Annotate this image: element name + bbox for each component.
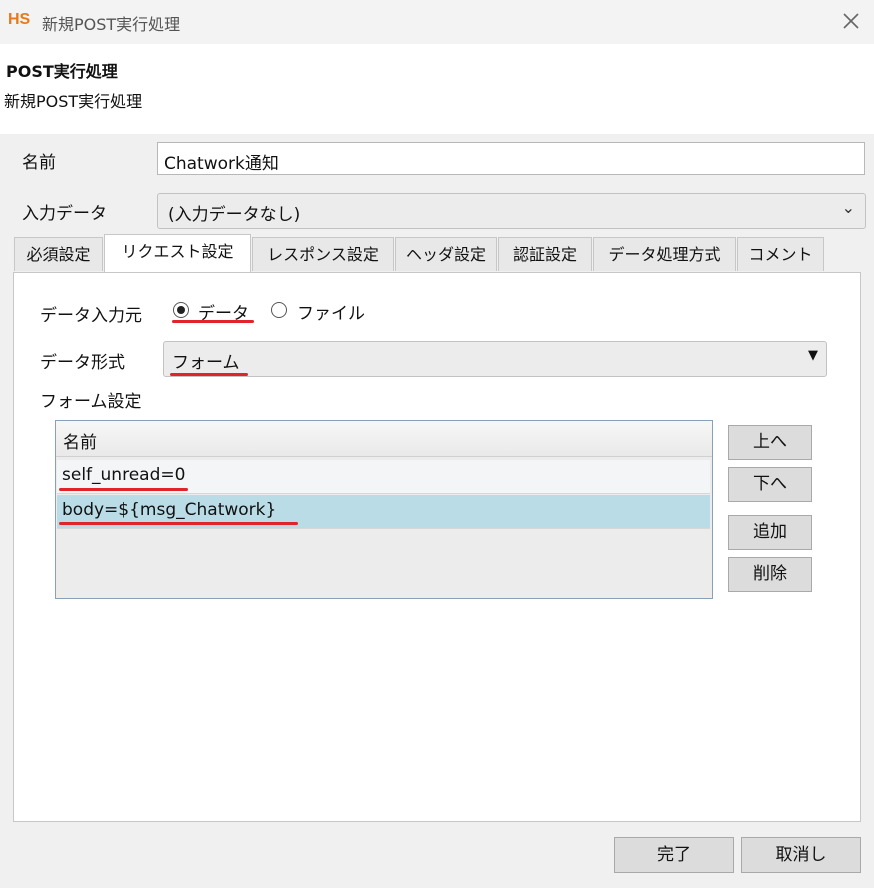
move-down-button[interactable]: 下へ: [728, 467, 812, 502]
radio-file[interactable]: [271, 302, 287, 318]
list-column-header: 名前: [56, 421, 712, 457]
delete-button[interactable]: 削除: [728, 557, 812, 592]
done-button[interactable]: 完了: [614, 837, 734, 873]
dialog-header: POST実行処理 新規POST実行処理: [0, 44, 874, 134]
title-bar: HS 新規POST実行処理: [0, 0, 874, 45]
app-logo: HS: [8, 11, 31, 28]
move-up-button[interactable]: 上へ: [728, 425, 812, 460]
input-data-value: (入力データなし): [168, 205, 301, 225]
tab-required[interactable]: 必須設定: [14, 237, 103, 271]
data-format-label: データ形式: [40, 353, 125, 373]
form-list[interactable]: 名前 self_unread=0 body=${msg_Chatwork}: [55, 420, 713, 599]
tab-comment[interactable]: コメント: [737, 237, 824, 271]
highlight-underline: [59, 522, 298, 525]
header-subtitle: 新規POST実行処理: [4, 92, 143, 111]
radio-data[interactable]: [173, 302, 189, 318]
close-icon: [843, 13, 859, 29]
chevron-down-icon: ⌄: [841, 198, 855, 217]
input-data-label: 入力データ: [22, 204, 107, 224]
cancel-button[interactable]: 取消し: [741, 837, 861, 873]
highlight-underline: [170, 373, 248, 376]
tab-data-processing[interactable]: データ処理方式: [593, 237, 736, 271]
name-label: 名前: [22, 153, 56, 173]
dropdown-arrow-icon: ▼: [808, 348, 818, 363]
tab-request[interactable]: リクエスト設定: [104, 234, 251, 272]
add-button[interactable]: 追加: [728, 515, 812, 550]
form-settings-label: フォーム設定: [40, 392, 142, 412]
data-source-label: データ入力元: [40, 306, 142, 326]
data-format-select[interactable]: フォーム ▼: [163, 341, 827, 377]
name-input[interactable]: Chatwork通知: [157, 142, 865, 175]
input-data-select[interactable]: (入力データなし) ⌄: [157, 193, 866, 229]
tab-header[interactable]: ヘッダ設定: [395, 237, 497, 271]
header-title: POST実行処理: [6, 62, 118, 81]
tab-response[interactable]: レスポンス設定: [252, 237, 394, 271]
radio-file-label[interactable]: ファイル: [297, 299, 365, 324]
close-button[interactable]: [838, 8, 864, 34]
highlight-underline: [172, 320, 254, 323]
tab-auth[interactable]: 認証設定: [498, 237, 592, 271]
window-title: 新規POST実行処理: [42, 15, 181, 34]
highlight-underline: [59, 488, 188, 491]
data-format-value: フォーム: [172, 353, 240, 373]
